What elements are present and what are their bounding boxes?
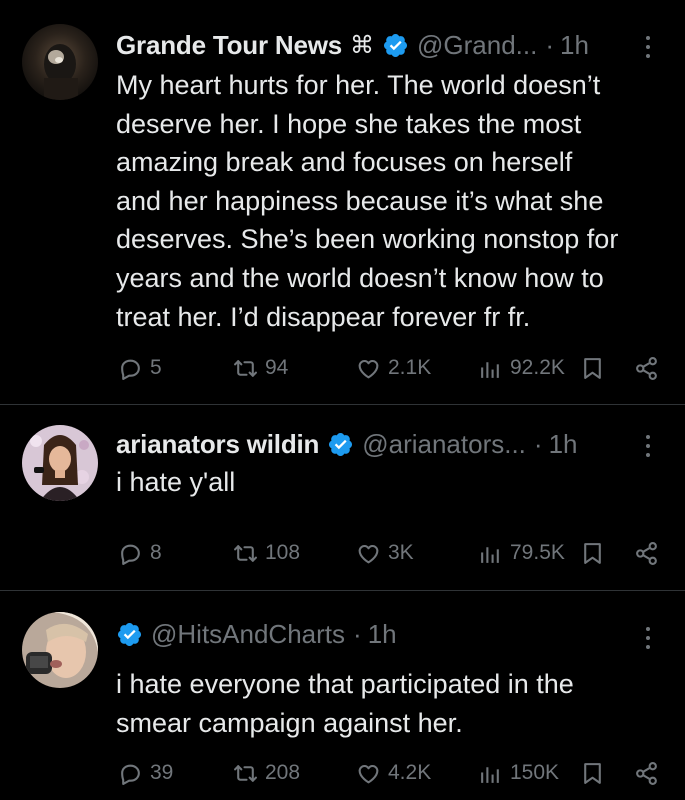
timestamp[interactable]: 1h xyxy=(368,619,397,650)
like-count: 4.2K xyxy=(388,761,432,784)
repost-count: 94 xyxy=(265,356,289,379)
tweet-text-line: i hate everyone that participated in the xyxy=(116,669,574,699)
timestamp[interactable]: 1h xyxy=(549,429,578,460)
like-button[interactable]: 4.2K xyxy=(356,755,431,791)
handle[interactable]: @HitsAndCharts xyxy=(151,619,345,650)
bookmark-icon xyxy=(580,541,605,566)
avatar[interactable] xyxy=(22,24,98,100)
tweet-header: Grande Tour News ⌘ @Grand... · 1h xyxy=(116,27,665,63)
tweet-text-line: amazing break and focuses on herself xyxy=(116,147,573,178)
separator-dot: · xyxy=(533,428,543,459)
avatar-image xyxy=(22,425,98,501)
handle[interactable]: @arianators... xyxy=(362,429,526,460)
share-button[interactable] xyxy=(634,350,666,386)
tweet-text-line: and her happiness because it’s what she xyxy=(116,185,604,216)
avatar[interactable] xyxy=(22,425,98,501)
tweet-text-line: treat her. I’d disappear forever fr fr. xyxy=(116,301,531,332)
tweet-grande-tour-news[interactable]: Grande Tour News ⌘ @Grand... · 1h My hea… xyxy=(0,0,685,404)
repost-icon xyxy=(233,356,258,381)
separator-dot: · xyxy=(353,618,362,649)
tweet-actions: 39 208 4.2K 150K xyxy=(116,755,666,791)
avatar-image xyxy=(22,24,98,100)
tweet-hitsandcharts[interactable]: @HitsAndCharts · 1h i hate everyone that… xyxy=(0,591,685,800)
repost-count: 208 xyxy=(265,761,301,784)
tweet-text-line: My heart hurts for her. The world doesn’… xyxy=(116,70,601,100)
tweet-text-line: years and the world doesn’t know how to xyxy=(116,262,604,293)
tweet-text-line: i hate y'all xyxy=(116,467,236,497)
reply-icon xyxy=(118,541,143,566)
like-icon xyxy=(356,761,381,786)
share-icon xyxy=(634,541,659,566)
share-button[interactable] xyxy=(634,755,666,791)
more-icon[interactable] xyxy=(645,627,651,655)
repost-icon xyxy=(233,541,258,566)
repost-count: 108 xyxy=(265,541,301,564)
reply-button[interactable]: 39 xyxy=(118,755,173,791)
views-button[interactable]: 92.2K xyxy=(478,350,565,386)
reply-count: 39 xyxy=(150,761,174,784)
reply-count: 8 xyxy=(150,541,162,564)
views-count: 92.2K xyxy=(510,356,565,379)
tweet-text: My heart hurts for her. The world doesn’… xyxy=(116,66,661,336)
bookmark-button[interactable] xyxy=(580,535,612,571)
share-icon xyxy=(634,761,659,786)
bookmark-icon xyxy=(580,356,605,381)
views-icon xyxy=(478,541,503,566)
views-count: 150K xyxy=(510,761,560,784)
separator-dot: · xyxy=(545,29,555,60)
display-name[interactable]: arianators wildin xyxy=(116,429,319,460)
tweet-header: arianators wildin @arianators... · 1h xyxy=(116,426,665,462)
timestamp[interactable]: 1h xyxy=(560,30,589,61)
repost-icon xyxy=(233,761,258,786)
views-button[interactable]: 150K xyxy=(478,755,559,791)
command-glyph: ⌘ xyxy=(350,31,375,59)
tweet-text: i hate everyone that participated in the… xyxy=(116,665,661,742)
handle[interactable]: @Grand... xyxy=(417,30,537,61)
bookmark-button[interactable] xyxy=(580,350,612,386)
like-button[interactable]: 2.1K xyxy=(356,350,431,386)
reply-count: 5 xyxy=(150,356,162,379)
bookmark-icon xyxy=(580,761,605,786)
reply-icon xyxy=(118,356,143,381)
like-icon xyxy=(356,356,381,381)
avatar-image xyxy=(22,612,98,688)
tweet-header: @HitsAndCharts · 1h xyxy=(116,616,665,652)
repost-button[interactable]: 94 xyxy=(233,350,288,386)
share-button[interactable] xyxy=(634,535,666,571)
tweet-text: i hate y'all xyxy=(116,463,661,502)
views-icon xyxy=(478,761,503,786)
like-count: 2.1K xyxy=(388,356,432,379)
display-name[interactable]: Grande Tour News xyxy=(116,30,342,61)
repost-button[interactable]: 208 xyxy=(233,755,300,791)
tweet-text-line: deserves. She’s been working nonstop for xyxy=(116,224,619,255)
more-icon[interactable] xyxy=(645,435,651,463)
reply-button[interactable]: 5 xyxy=(118,350,162,386)
verified-badge-icon xyxy=(382,32,409,59)
tweet-text-line: smear campaign against her. xyxy=(116,707,463,738)
tweet-text-line: deserve her. I hope she takes the most xyxy=(116,108,582,139)
verified-badge-icon xyxy=(327,431,354,458)
like-count: 3K xyxy=(388,541,414,564)
views-icon xyxy=(478,356,503,381)
repost-button[interactable]: 108 xyxy=(233,535,300,571)
like-button[interactable]: 3K xyxy=(356,535,414,571)
verified-badge-icon xyxy=(116,621,143,648)
like-icon xyxy=(356,541,381,566)
avatar[interactable] xyxy=(22,612,98,688)
reply-button[interactable]: 8 xyxy=(118,535,162,571)
views-button[interactable]: 79.5K xyxy=(478,535,565,571)
views-count: 79.5K xyxy=(510,541,565,564)
share-icon xyxy=(634,356,659,381)
reply-icon xyxy=(118,761,143,786)
tweet-actions: 5 94 2.1K 92.2K xyxy=(116,350,666,386)
tweet-actions: 8 108 3K 79.5K xyxy=(116,535,666,571)
more-icon[interactable] xyxy=(645,36,651,64)
tweet-arianators-wildin[interactable]: arianators wildin @arianators... · 1h i … xyxy=(0,405,685,590)
bookmark-button[interactable] xyxy=(580,755,612,791)
